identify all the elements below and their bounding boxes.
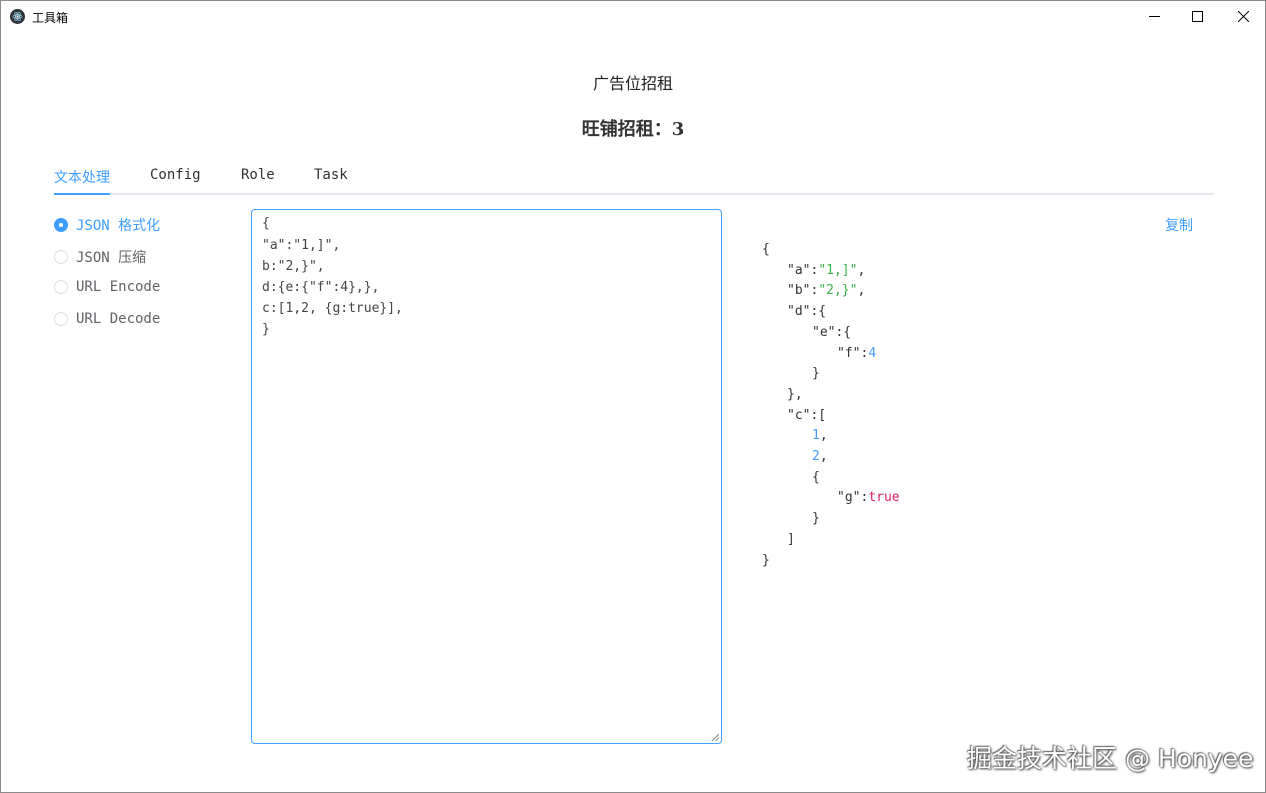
json-token: 1 bbox=[812, 428, 820, 444]
radio-indicator bbox=[54, 250, 68, 264]
tab-bar: 文本处理 Config Role Task bbox=[54, 165, 1214, 195]
json-output-line: "f":4 bbox=[837, 343, 876, 364]
json-token: "1,]" bbox=[818, 262, 858, 278]
json-output-line: "e":{ bbox=[812, 322, 851, 343]
json-output-line: { bbox=[762, 239, 770, 260]
json-output-line: "d":{ bbox=[787, 301, 826, 322]
radio-label: URL Encode bbox=[76, 279, 161, 295]
json-token: } bbox=[812, 511, 820, 527]
radio-indicator bbox=[54, 280, 68, 294]
radio-indicator bbox=[54, 218, 68, 232]
json-token: "d" bbox=[787, 304, 811, 320]
radio-label: JSON 压缩 bbox=[76, 250, 147, 266]
radio-label: URL Decode bbox=[76, 311, 161, 327]
json-output-line: "c":[ bbox=[787, 405, 826, 426]
json-token: "2,}" bbox=[818, 283, 858, 299]
json-token: , bbox=[857, 262, 866, 278]
maximize-icon bbox=[1191, 11, 1203, 22]
json-token: "e" bbox=[812, 324, 836, 340]
json-output-line: } bbox=[812, 508, 820, 529]
json-output-line: } bbox=[812, 363, 820, 384]
json-token: "a" bbox=[787, 262, 811, 278]
close-icon bbox=[1237, 11, 1249, 22]
json-output-line: { bbox=[812, 467, 820, 488]
close-button[interactable] bbox=[1220, 1, 1266, 32]
editor-line: "a":"1,]", bbox=[262, 238, 341, 253]
json-token: ] bbox=[787, 531, 795, 547]
editor-line: c:[1,2, {g:true}], bbox=[262, 301, 403, 316]
radio-json-format[interactable]: JSON 格式化 bbox=[54, 215, 160, 235]
json-token: { bbox=[812, 469, 820, 485]
tab-config[interactable]: Config bbox=[150, 167, 201, 183]
title-bar[interactable]: 工具箱 bbox=[1, 1, 1265, 32]
json-output-line: 2, bbox=[812, 446, 828, 467]
shop-count-text: 旺铺招租：3 bbox=[581, 119, 685, 140]
radio-url-decode[interactable]: URL Decode bbox=[54, 311, 160, 327]
json-output-line: }, bbox=[787, 384, 803, 405]
json-token: :{ bbox=[810, 304, 827, 320]
copy-button[interactable]: 复制 bbox=[1165, 215, 1193, 235]
editor-line: b:"2,}", bbox=[262, 259, 325, 274]
json-token: } bbox=[762, 552, 770, 568]
json-token: , bbox=[819, 428, 828, 444]
json-token: , bbox=[857, 283, 866, 299]
window-title: 工具箱 bbox=[32, 11, 69, 25]
json-token: } bbox=[812, 366, 820, 382]
json-token: true bbox=[868, 490, 900, 506]
active-tab-indicator bbox=[54, 193, 110, 195]
app-logo-icon bbox=[10, 9, 25, 24]
json-output-line: } bbox=[762, 550, 770, 571]
ad-banner-text: 广告位招租 bbox=[592, 74, 673, 93]
tab-role[interactable]: Role bbox=[241, 167, 275, 183]
tab-task[interactable]: Task bbox=[314, 167, 348, 183]
editor-line: { bbox=[262, 216, 270, 231]
json-token: :{ bbox=[835, 324, 852, 340]
json-token: "g" bbox=[837, 490, 861, 506]
minimize-button[interactable] bbox=[1131, 1, 1177, 32]
json-output-line: 1, bbox=[812, 425, 828, 446]
editor-line: d:{e:{"f":4},}, bbox=[262, 280, 380, 295]
json-token: }, bbox=[787, 386, 803, 402]
app-window: 工具箱 广告位招租 旺铺招租：3 文本处理 Config Role Task J… bbox=[0, 0, 1266, 793]
json-output-line: "a":"1,]", bbox=[787, 260, 865, 281]
json-token: { bbox=[762, 242, 770, 257]
tab-text-processing[interactable]: 文本处理 bbox=[54, 167, 110, 187]
watermark-text: 掘金技术社区 @ Honyee bbox=[967, 744, 1254, 773]
json-input-textarea[interactable]: { "a":"1,]", b:"2,}", d:{e:{"f":4},}, c:… bbox=[251, 209, 722, 744]
editor-line: } bbox=[262, 322, 270, 337]
minimize-icon bbox=[1148, 16, 1160, 17]
json-token: "f" bbox=[837, 345, 861, 361]
json-token: 2 bbox=[812, 449, 820, 464]
json-token: "c" bbox=[787, 407, 811, 423]
radio-json-compress[interactable]: JSON 压缩 bbox=[54, 247, 146, 267]
json-output-line: "b":"2,}", bbox=[787, 280, 865, 301]
json-output-line: "g":true bbox=[837, 487, 900, 508]
maximize-button[interactable] bbox=[1174, 1, 1220, 32]
json-token: 4 bbox=[868, 345, 877, 361]
radio-label: JSON 格式化 bbox=[76, 218, 161, 234]
json-output-line: ] bbox=[787, 529, 795, 550]
json-token: "b" bbox=[787, 283, 811, 299]
resize-handle-icon[interactable] bbox=[711, 733, 719, 741]
json-token: , bbox=[819, 449, 828, 464]
json-token: :[ bbox=[810, 407, 827, 423]
radio-indicator bbox=[54, 312, 68, 326]
radio-url-encode[interactable]: URL Encode bbox=[54, 279, 160, 295]
